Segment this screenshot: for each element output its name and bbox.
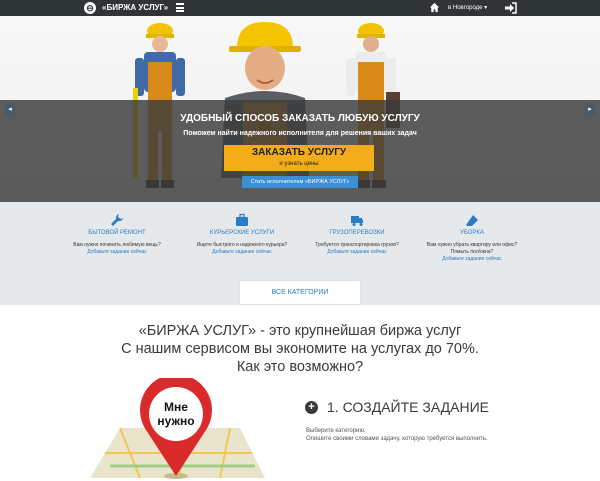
site-title[interactable]: «БИРЖА УСЛУГ» [102,2,168,14]
service-title: УБОРКА [460,230,484,236]
step-title: 1. СОЗДАЙТЕ ЗАДАНИЕ [327,399,489,415]
step-description: Выберите категорию. Опишите своими слова… [306,427,488,443]
briefcase-icon [236,213,248,226]
hero-subtitle: Поможем найти надежного исполнителя для … [183,130,417,137]
order-service-button[interactable]: ЗАКАЗАТЬ УСЛУГУ и узнать цены [224,145,374,171]
service-repair[interactable]: БЫТОВОЙ РЕМОНТ Вам нужно починить любиму… [57,213,177,256]
service-add-link[interactable]: Добавьте задание сейчас [57,249,177,256]
service-title: БЫТОВОЙ РЕМОНТ [88,230,146,236]
intro-line: «БИРЖА УСЛУГ» - это крупнейшая биржа усл… [138,323,462,339]
service-question: Ищете быстрого и надежного курьера? [196,242,288,248]
plus-icon: + [305,401,318,414]
chevron-left-icon: ◂ [8,106,12,113]
service-add-link[interactable]: Добавьте задание сейчас [412,256,532,263]
order-service-label: ЗАКАЗАТЬ УСЛУГУ [251,147,347,158]
service-add-link[interactable]: Добавьте задание сейчас [182,249,302,256]
eraser-icon [466,215,478,226]
service-question: Вам нужно убрать квартиру или офис? [426,242,518,248]
chevron-right-icon: ▸ [588,106,592,113]
hero-title: УДОБНЫЙ СПОСОБ ЗАКАЗАТЬ ЛЮБУЮ УСЛУГУ [180,113,420,124]
pin-text-line1: Мне [164,400,188,414]
intro-line: Как это возможно? [236,359,364,375]
truck-icon [351,216,363,226]
wrench-icon [111,214,123,226]
logo-icon[interactable]: ⊖ [84,2,96,14]
top-navbar: ⊖ «БИРЖА УСЛУГ» в Новгороде ▾ [0,0,600,16]
step-desc-line: Опишите своими словами задачу, которую т… [306,436,488,442]
hamburger-menu-icon[interactable] [176,3,184,12]
service-title: КУРЬЕРСКИЕ УСЛУГИ [209,230,275,236]
become-executor-button[interactable]: Стать исполнителем «БИРЖА УСЛУГ» [242,176,358,188]
hero-banner: ◂ ▸ УДОБНЫЙ СПОСОБ ЗАКАЗАТЬ ЛЮБУЮ УСЛУГУ… [0,16,600,202]
intro-line: С нашим сервисом вы экономите на услугах… [121,341,479,357]
services-strip: БЫТОВОЙ РЕМОНТ Вам нужно починить любиму… [0,202,600,305]
page: ⊖ «БИРЖА УСЛУГ» в Новгороде ▾ ◂ ▸ УДОБНЫ… [0,0,600,481]
service-cleaning[interactable]: УБОРКА Вам нужно убрать квартиру или офи… [412,213,532,263]
city-selector[interactable]: в Новгороде ▾ [448,3,487,13]
intro-text: «БИРЖА УСЛУГ» - это крупнейшая биржа усл… [0,322,600,376]
login-icon[interactable] [504,2,517,14]
order-service-sublabel: и узнать цены [279,161,319,167]
all-categories-button[interactable]: ВСЕ КАТЕГОРИИ [239,280,361,305]
home-icon[interactable] [429,2,440,13]
service-add-link[interactable]: Добавьте задание сейчас [297,249,417,256]
service-question: Вам нужно починить любимую вещь? [73,242,161,248]
service-cargo[interactable]: ГРУЗОПЕРЕВОЗКИ Требуется транспортировка… [297,213,417,256]
service-title: ГРУЗОПЕРЕВОЗКИ [329,230,385,236]
pin-text-line2: нужно [157,414,194,428]
service-courier[interactable]: КУРЬЕРСКИЕ УСЛУГИ Ищете быстрого и надеж… [182,213,302,256]
service-question: Требуется транспортировка грузов? [315,242,399,248]
step-desc-line: Выберите категорию. [306,428,366,434]
service-question-extra: Помыть пол/окна? [450,249,494,255]
map-pin-illustration: Мне нужно [90,378,265,479]
